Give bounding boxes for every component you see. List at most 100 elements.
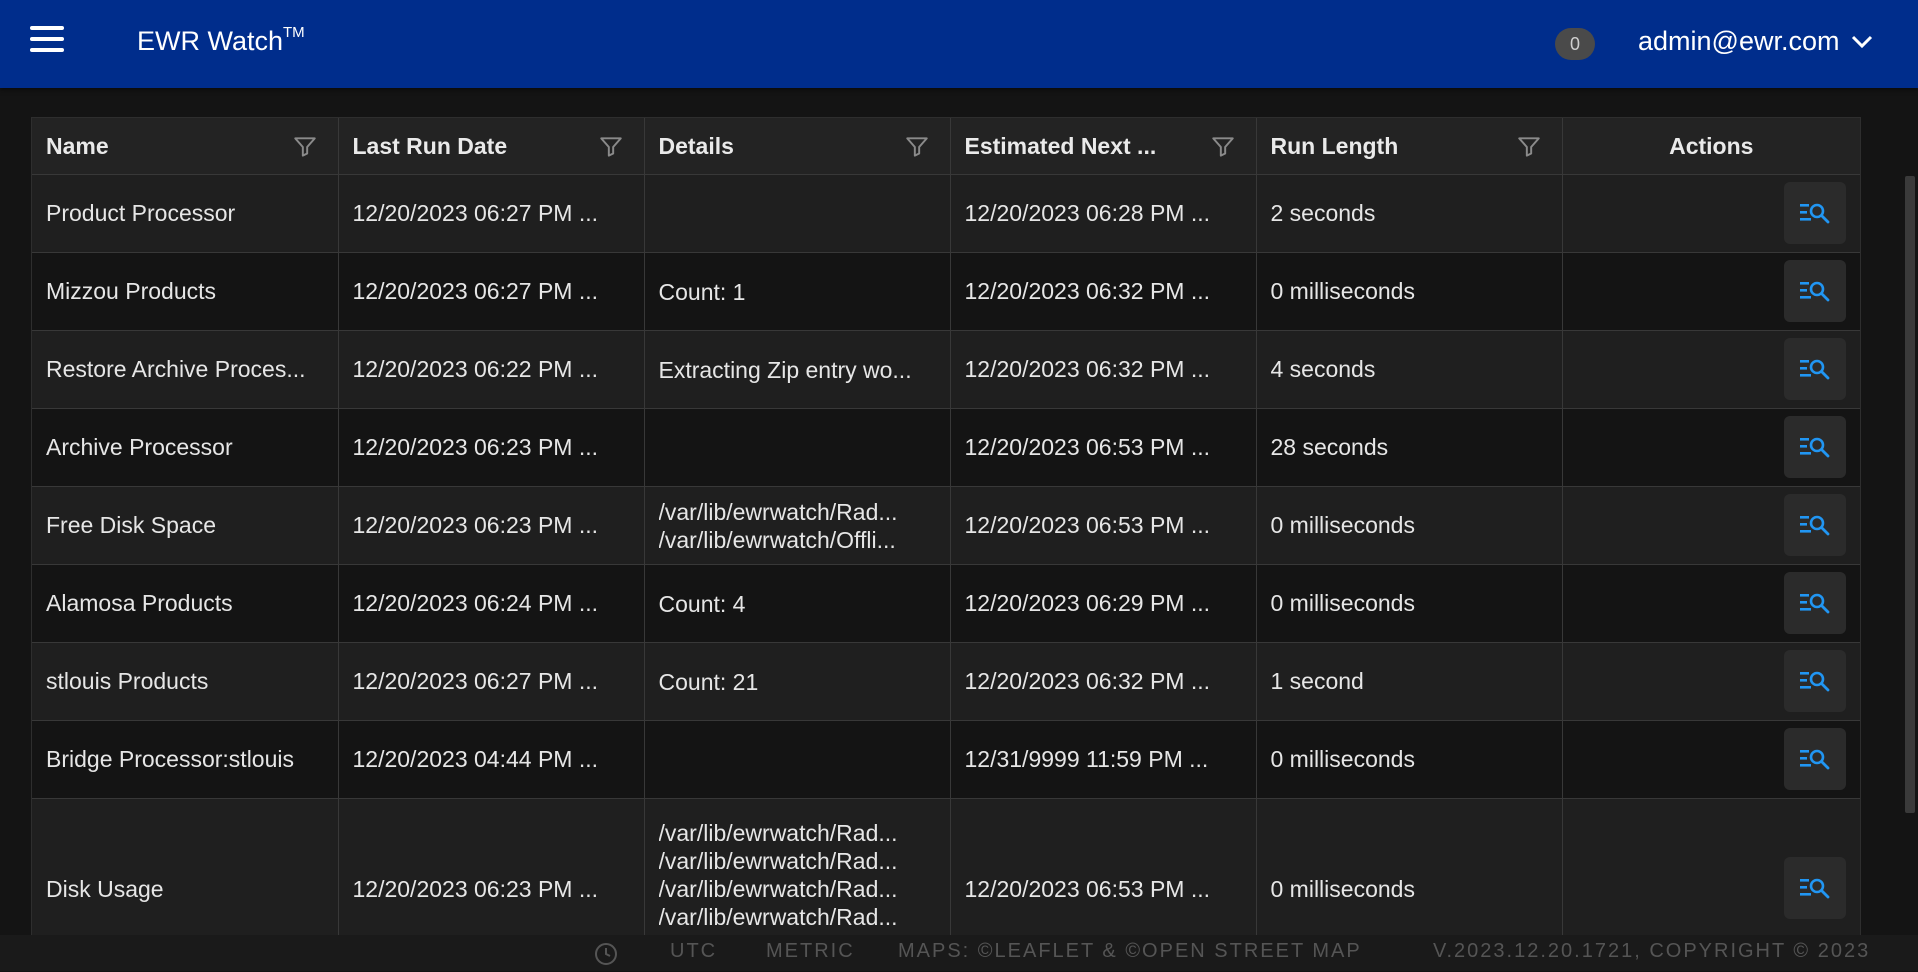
table-row[interactable]: Restore Archive Proces... 12/20/2023 06:2… [32, 330, 1860, 409]
run-length-cell: 28 seconds [1256, 408, 1563, 487]
status-footer: UTC METRIC MAPS: ©LEAFLET & ©OPEN STREET… [0, 935, 1918, 971]
actions-cell [1562, 564, 1860, 643]
details-cell [644, 408, 951, 487]
user-email: admin@ewr.com [1638, 26, 1840, 56]
view-details-icon [1800, 593, 1830, 613]
table-row[interactable]: Bridge Processor:stlouis 12/20/2023 04:44… [32, 720, 1860, 799]
app-title-text: EWR Watch [137, 26, 284, 56]
table-row[interactable]: Alamosa Products 12/20/2023 06:24 PM ... C… [32, 564, 1860, 643]
details-cell [644, 174, 951, 253]
column-header-label: Actions [1669, 132, 1754, 159]
run-length-cell: 4 seconds [1256, 330, 1563, 409]
details-cell: Count: 4 [644, 564, 951, 643]
column-header-last-run-date[interactable]: Last Run Date [338, 118, 645, 175]
details-cell: /var/lib/ewrwatch/Rad.../var/lib/ewrwatc… [644, 798, 951, 936]
view-details-button[interactable] [1784, 571, 1846, 634]
last-run-cell: 12/20/2023 06:23 PM ... [338, 408, 645, 487]
view-details-icon [1800, 437, 1830, 457]
view-details-icon [1800, 281, 1830, 301]
column-header-actions[interactable]: Actions [1562, 118, 1860, 175]
name-cell: Free Disk Space [32, 486, 339, 565]
table-row[interactable]: Archive Processor 12/20/2023 06:23 PM ...… [32, 408, 1860, 487]
column-header-run-length[interactable]: Run Length [1256, 118, 1563, 175]
maps-credit: MAPS: ©LEAFLET & ©OPEN STREET MAP [898, 940, 1362, 962]
actions-cell [1562, 330, 1860, 409]
grid-scrollbar[interactable] [1905, 176, 1915, 813]
actions-cell [1562, 252, 1860, 331]
run-length-cell: 0 milliseconds [1256, 798, 1563, 936]
name-cell: Product Processor [32, 174, 339, 253]
view-details-button[interactable] [1784, 649, 1846, 712]
run-length-cell: 0 milliseconds [1256, 252, 1563, 331]
grid-body: Product Processor 12/20/2023 06:27 PM ...… [32, 174, 1860, 936]
last-run-cell: 12/20/2023 06:23 PM ... [338, 798, 645, 936]
last-run-cell: 12/20/2023 06:27 PM ... [338, 252, 645, 331]
filter-icon[interactable] [598, 134, 624, 166]
details-line: Count: 21 [658, 668, 759, 695]
view-details-button[interactable] [1784, 857, 1846, 919]
next-run-cell: 12/20/2023 06:32 PM ... [950, 642, 1257, 721]
view-details-button[interactable] [1784, 493, 1846, 556]
filter-icon[interactable] [292, 134, 318, 166]
next-run-cell: 12/20/2023 06:32 PM ... [950, 252, 1257, 331]
filter-icon[interactable] [1210, 134, 1236, 166]
next-run-cell: 12/20/2023 06:28 PM ... [950, 174, 1257, 253]
notification-count-badge[interactable]: 0 [1555, 28, 1595, 60]
table-row[interactable]: Disk Usage 12/20/2023 06:23 PM .../var/li… [32, 798, 1860, 936]
version-copyright: V.2023.12.20.1721, COPYRIGHT © 2023 [1433, 940, 1871, 962]
details-line: /var/lib/ewrwatch/Rad... [658, 904, 898, 930]
column-header-label: Details [658, 132, 734, 159]
app-title: EWR WatchTM [137, 24, 305, 57]
details-line: /var/lib/ewrwatch/Rad... [658, 820, 898, 846]
view-details-button[interactable] [1784, 337, 1846, 400]
table-row[interactable]: Free Disk Space 12/20/2023 06:23 PM .../v… [32, 486, 1860, 565]
table-row[interactable]: Mizzou Products 12/20/2023 06:27 PM ... Co… [32, 252, 1860, 331]
run-length-cell: 1 second [1256, 642, 1563, 721]
filter-icon[interactable] [1516, 134, 1542, 166]
table-row[interactable]: Product Processor 12/20/2023 06:27 PM ...… [32, 174, 1860, 253]
actions-cell [1562, 720, 1860, 799]
view-details-icon [1800, 203, 1830, 223]
next-run-cell: 12/20/2023 06:29 PM ... [950, 564, 1257, 643]
name-cell: Bridge Processor:stlouis [32, 720, 339, 799]
filter-icon[interactable] [904, 134, 930, 166]
app-bar: EWR WatchTM 0 admin@ewr.com [0, 0, 1918, 88]
run-length-cell: 0 milliseconds [1256, 486, 1563, 565]
actions-cell [1562, 408, 1860, 487]
name-cell: stlouis Products [32, 642, 339, 721]
name-cell: Archive Processor [32, 408, 339, 487]
actions-cell [1562, 642, 1860, 721]
hamburger-menu-icon[interactable] [30, 26, 64, 62]
name-cell: Alamosa Products [32, 564, 339, 643]
name-cell: Mizzou Products [32, 252, 339, 331]
next-run-cell: 12/20/2023 06:53 PM ... [950, 408, 1257, 487]
details-cell: /var/lib/ewrwatch/Rad.../var/lib/ewrwatc… [644, 486, 951, 565]
column-header-label: Estimated Next ... [964, 132, 1157, 159]
units-label[interactable]: METRIC [766, 940, 855, 963]
column-header-details[interactable]: Details [644, 118, 951, 175]
view-details-button[interactable] [1784, 727, 1846, 790]
column-header-estimated-next[interactable]: Estimated Next ... [950, 118, 1257, 175]
view-details-icon [1800, 515, 1830, 535]
view-details-button[interactable] [1784, 259, 1846, 322]
name-cell: Restore Archive Proces... [32, 330, 339, 409]
last-run-cell: 12/20/2023 06:27 PM ... [338, 174, 645, 253]
view-details-button[interactable] [1784, 181, 1846, 244]
user-menu-button[interactable]: admin@ewr.com [1638, 26, 1873, 57]
processor-grid: Name Last Run Date Details Estimated Next .… [31, 117, 1861, 937]
trademark-mark: TM [283, 24, 305, 41]
column-header-name[interactable]: Name [32, 118, 339, 175]
details-line: Count: 1 [658, 278, 746, 305]
run-length-cell: 0 milliseconds [1256, 564, 1563, 643]
details-cell: Extracting Zip entry wo... [644, 330, 951, 409]
next-run-cell: 12/20/2023 06:53 PM ... [950, 798, 1257, 936]
last-run-cell: 12/20/2023 06:24 PM ... [338, 564, 645, 643]
details-line: /var/lib/ewrwatch/Rad... [658, 848, 898, 874]
view-details-icon [1800, 878, 1830, 899]
timezone-label[interactable]: UTC [670, 940, 717, 963]
grid-header-row: Name Last Run Date Details Estimated Next .… [32, 118, 1860, 175]
view-details-button[interactable] [1784, 415, 1846, 478]
details-line: Extracting Zip entry wo... [658, 356, 912, 383]
actions-cell [1562, 798, 1860, 936]
table-row[interactable]: stlouis Products 12/20/2023 06:27 PM ... C… [32, 642, 1860, 721]
